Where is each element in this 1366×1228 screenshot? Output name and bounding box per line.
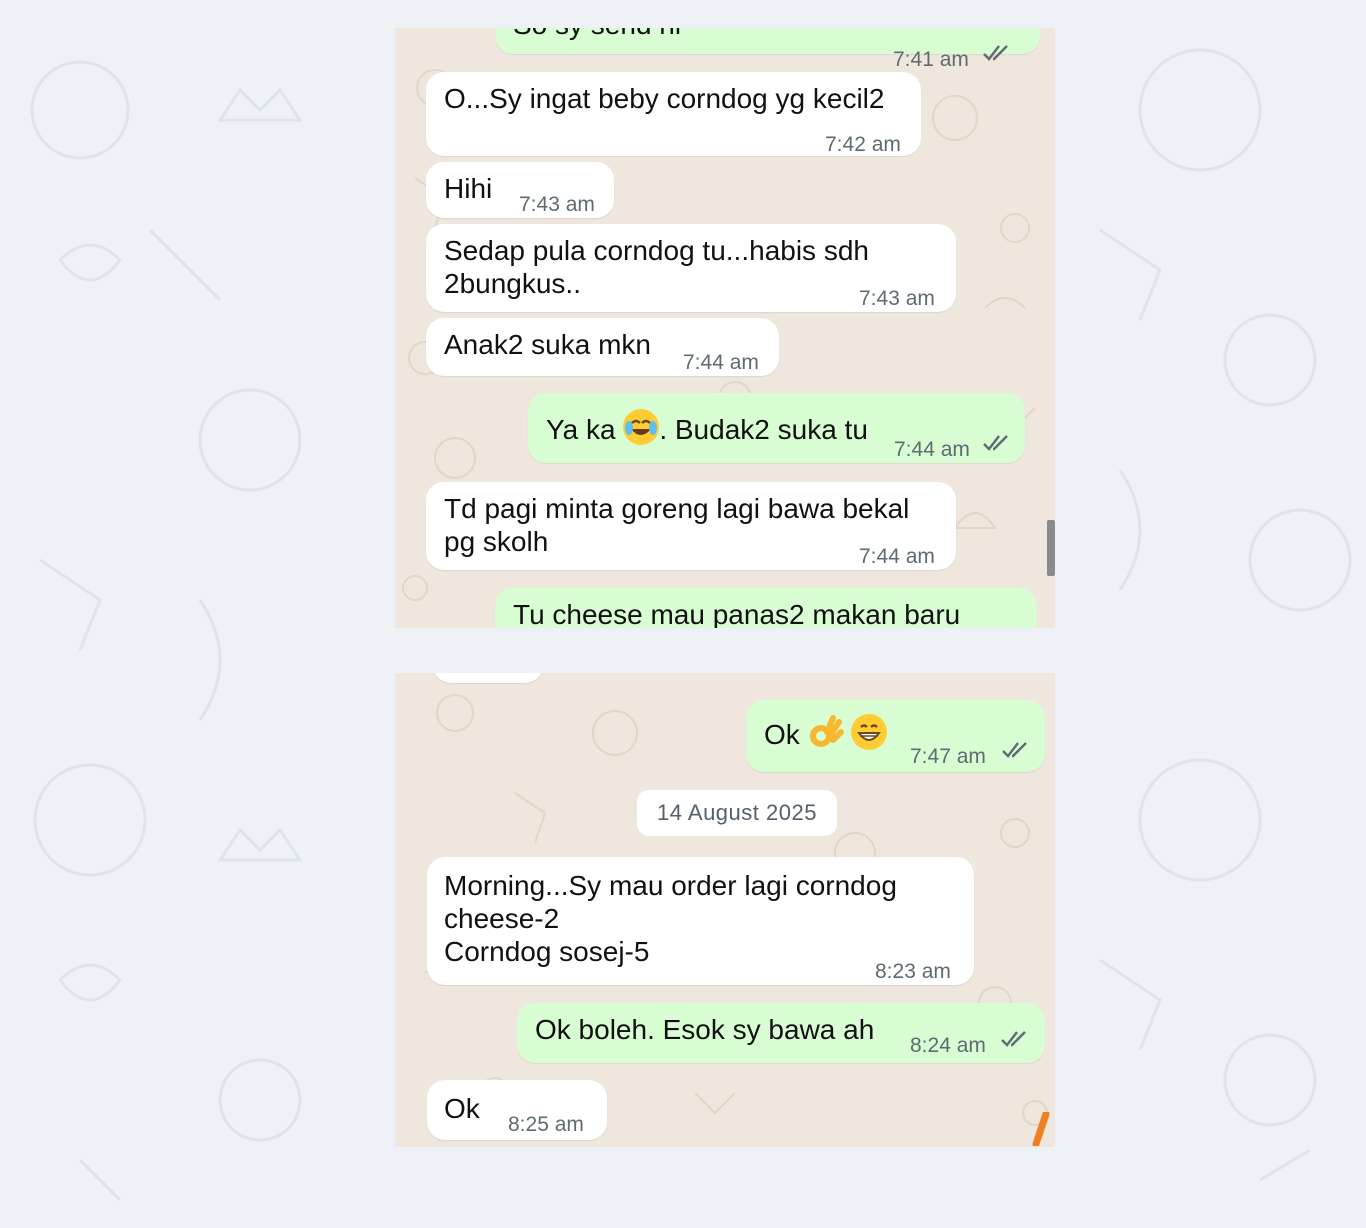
message-incoming[interactable]: Ok 8:25 am: [427, 1080, 607, 1140]
message-incoming[interactable]: Hihi 7:43 am: [426, 162, 614, 218]
message-outgoing-partial[interactable]: Tu cheese mau panas2 makan baru: [495, 588, 1037, 628]
message-incoming-partial[interactable]: [433, 673, 543, 683]
message-time: 7:43 am: [519, 193, 595, 216]
message-text-after: . Budak2 suka tu: [659, 414, 868, 445]
message-incoming[interactable]: O...Sy ingat beby corndog yg kecil2 7:42…: [426, 72, 921, 156]
chat-panel-bottom: Ok 7:47 am Morning...Sy mau order lagi c…: [395, 673, 1055, 1147]
message-time: 8:25 am: [508, 1113, 584, 1136]
read-ticks-icon: [1002, 742, 1027, 758]
message-text: Ya ka . Budak2 suka tu: [546, 409, 868, 446]
date-separator: 14 August 2025: [637, 790, 837, 836]
message-text: Td pagi minta goreng lagi bawa bekal pg …: [444, 493, 910, 557]
message-text: Ok: [764, 714, 888, 751]
message-text: Anak2 suka mkn: [444, 329, 651, 360]
message-time: 8:24 am: [910, 1034, 986, 1057]
message-incoming[interactable]: Anak2 suka mkn 7:44 am: [426, 318, 779, 376]
message-outgoing[interactable]: Ok 7:47 am: [746, 700, 1045, 772]
message-time: 8:23 am: [875, 960, 951, 983]
message-incoming[interactable]: Morning...Sy mau order lagi corndog chee…: [427, 857, 974, 985]
message-text: O...Sy ingat beby corndog yg kecil2: [444, 83, 885, 114]
message-text: Ok boleh. Esok sy bawa ah: [535, 1014, 875, 1045]
read-ticks-icon: [1001, 1031, 1026, 1047]
message-text: Morning...Sy mau order lagi corndog chee…: [444, 870, 897, 967]
message-time: 7:47 am: [910, 745, 986, 768]
scrollbar[interactable]: [1047, 520, 1055, 576]
message-time: 7:41 am: [893, 48, 969, 71]
message-text-before: Ya ka: [546, 414, 624, 445]
message-text: Hihi: [444, 173, 493, 204]
message-text: Sedap pula corndog tu...habis sdh 2bungk…: [444, 235, 869, 299]
message-text: Ok: [444, 1093, 480, 1124]
ok-hand-icon: [808, 714, 844, 750]
message-time: 7:42 am: [825, 133, 901, 156]
message-outgoing-partial[interactable]: So sy send ni 7:41 am: [495, 28, 1040, 71]
message-incoming[interactable]: Td pagi minta goreng lagi bawa bekal pg …: [426, 482, 956, 570]
message-time: 7:43 am: [859, 287, 935, 310]
read-ticks-icon: [983, 45, 1008, 61]
face-with-tears-of-joy-icon: [623, 409, 660, 445]
message-incoming[interactable]: Sedap pula corndog tu...habis sdh 2bungk…: [426, 224, 956, 312]
read-ticks-icon: [983, 435, 1008, 451]
message-time: 7:44 am: [683, 351, 759, 374]
message-text: Tu cheese mau panas2 makan baru: [513, 599, 961, 628]
message-time: 7:44 am: [859, 545, 935, 568]
grinning-face-icon: [851, 714, 888, 750]
message-text-ok: Ok: [764, 719, 800, 750]
message-text: So sy send ni: [513, 28, 681, 41]
message-outgoing[interactable]: Ya ka . Budak2 suka tu 7:44 am: [528, 393, 1025, 463]
chat-panel-top: So sy send ni 7:41 am O...Sy ingat beby …: [395, 28, 1055, 628]
message-time: 7:44 am: [894, 438, 970, 461]
message-outgoing[interactable]: Ok boleh. Esok sy bawa ah 8:24 am: [517, 1003, 1045, 1063]
pencil-icon: [1032, 1112, 1050, 1146]
